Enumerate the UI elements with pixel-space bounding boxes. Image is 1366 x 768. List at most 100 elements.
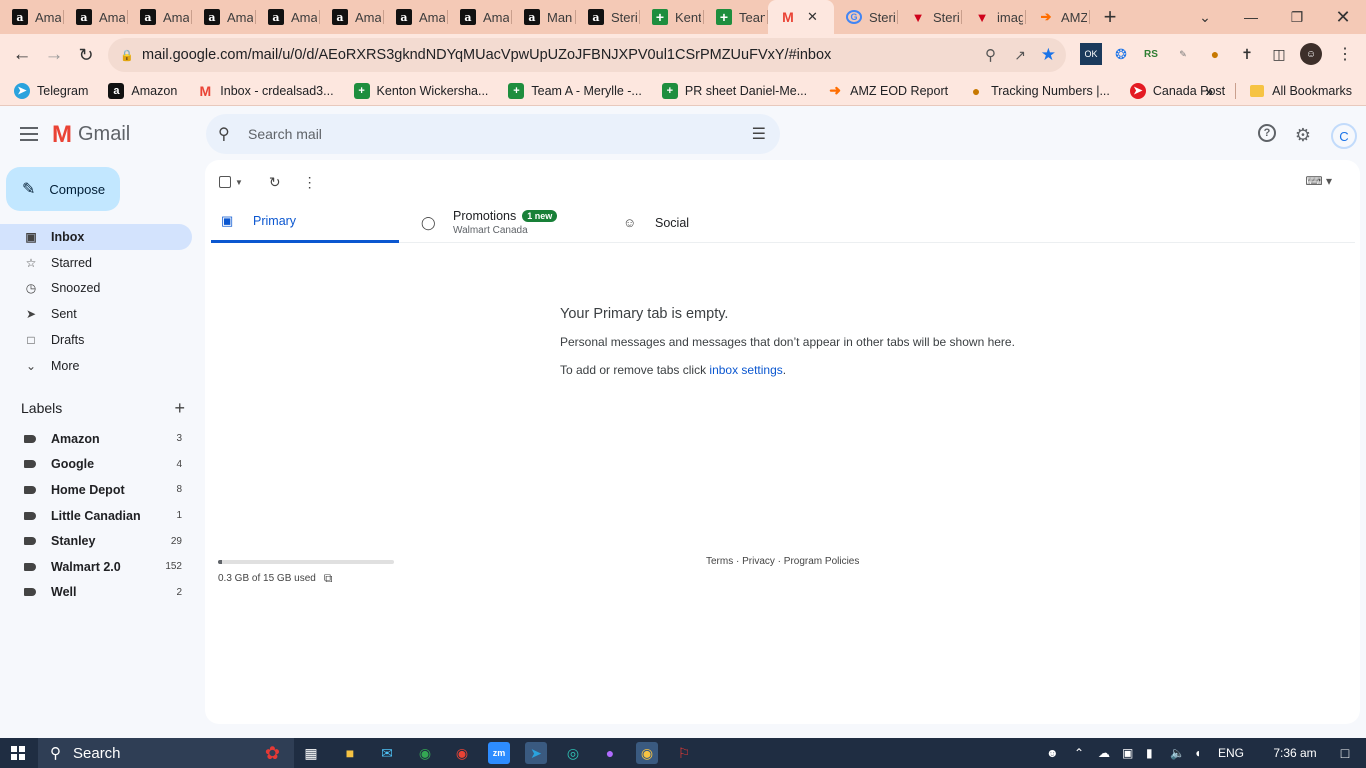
bookmark-star-icon[interactable]: ★ — [1041, 45, 1056, 65]
bookmark-inbox[interactable]: M Inbox - crdealsad3... — [197, 83, 333, 99]
new-tab-button[interactable]: + — [1090, 4, 1130, 30]
tab-social[interactable]: ☺ Social — [623, 202, 743, 243]
app-pin-icon[interactable]: ⚐ — [673, 742, 695, 764]
browser-menu-icon[interactable]: ⋮ — [1334, 43, 1356, 65]
forward-button[interactable]: → — [38, 39, 70, 71]
wifi-icon[interactable]: ◖ — [1194, 746, 1218, 760]
sidebar-item-more[interactable]: ⌄ More — [0, 353, 192, 379]
extension-rs-icon[interactable]: RS — [1140, 43, 1162, 65]
bookmark-amazon[interactable]: a Amazon — [108, 82, 177, 99]
device-icon[interactable]: ▣ — [1122, 746, 1146, 760]
browser-tab[interactable]: a Ama — [128, 0, 192, 34]
bookmark-pr-sheet[interactable]: + PR sheet Daniel-Me... — [661, 82, 807, 99]
sidebar-item-snoozed[interactable]: ◷ Snoozed — [0, 276, 192, 302]
telegram-taskbar-icon[interactable]: ➤ — [525, 742, 547, 764]
select-dropdown-icon[interactable]: ▼ — [235, 178, 243, 187]
messenger-icon[interactable]: ● — [599, 742, 621, 764]
bookmark-kenton[interactable]: + Kenton Wickersha... — [353, 82, 488, 99]
url-text[interactable]: mail.google.com/mail/u/0/d/AEoRXRS3gkndN… — [142, 47, 962, 63]
bookmark-team-a[interactable]: + Team A - Merylle -... — [508, 82, 642, 99]
restore-button[interactable]: ❐ — [1274, 0, 1320, 34]
tab-search-chevron-icon[interactable]: ⌄ — [1182, 0, 1228, 34]
bookmark-tracking[interactable]: ● Tracking Numbers |... — [968, 83, 1110, 99]
settings-gear-icon[interactable]: ⚙ — [1292, 124, 1314, 146]
browser-tab[interactable]: a Ama — [0, 0, 64, 34]
search-options-icon[interactable]: ☰ — [752, 124, 766, 144]
extension-ok-icon[interactable]: OK — [1080, 43, 1102, 65]
reload-button[interactable]: ↻ — [70, 39, 102, 71]
help-icon[interactable]: ? — [1258, 124, 1276, 142]
people-tray-icon[interactable]: ☻ — [1046, 746, 1068, 760]
side-panel-icon[interactable]: ◫ — [1268, 43, 1290, 65]
bookmark-telegram[interactable]: ➤ Telegram — [14, 82, 88, 99]
open-in-new-icon[interactable]: ⧉ — [324, 571, 333, 586]
show-hidden-icon[interactable]: ⌃ — [1074, 746, 1098, 760]
add-label-icon[interactable]: + — [174, 398, 185, 419]
footer-links[interactable]: Terms · Privacy · Program Policies — [706, 556, 859, 567]
label-item[interactable]: Well 2 — [0, 580, 192, 606]
browser-tab[interactable]: a Man — [512, 0, 576, 34]
edge-icon[interactable]: ◎ — [562, 742, 584, 764]
browser-tab[interactable]: a Ama — [320, 0, 384, 34]
cloud-icon[interactable]: ☁ — [1098, 746, 1122, 760]
extension-pot-icon[interactable]: ● — [1204, 43, 1226, 65]
file-explorer-icon[interactable]: ■ — [339, 742, 361, 764]
sidebar-item-inbox[interactable]: ▣ Inbox — [0, 224, 192, 250]
browser-tab[interactable]: ➔ AMZ — [1026, 0, 1090, 34]
search-input[interactable] — [248, 126, 728, 142]
omnibox[interactable]: 🔒 mail.google.com/mail/u/0/d/AEoRXRS3gkn… — [108, 38, 1066, 72]
browser-tab[interactable]: G Steri — [834, 0, 898, 34]
label-item[interactable]: Google 4 — [0, 452, 192, 478]
sidebar-item-starred[interactable]: ☆ Starred — [0, 250, 192, 276]
sidebar-item-sent[interactable]: ➤ Sent — [0, 301, 192, 327]
browser-tab[interactable]: a Ama — [448, 0, 512, 34]
label-item[interactable]: Amazon 3 — [0, 426, 192, 452]
more-bookmarks-icon[interactable]: » — [1205, 83, 1213, 99]
windows-start-button[interactable] — [0, 738, 36, 768]
browser-tab[interactable]: ▼ Steri — [898, 0, 962, 34]
sidebar-item-drafts[interactable]: □ Drafts — [0, 327, 192, 353]
browser-tab[interactable]: a Steri — [576, 0, 640, 34]
extension-tool-icon[interactable]: ✎ — [1172, 43, 1194, 65]
battery-icon[interactable]: ▮ — [1146, 746, 1170, 760]
refresh-icon[interactable]: ↻ — [269, 174, 281, 191]
select-all-checkbox[interactable] — [219, 176, 231, 188]
label-item[interactable]: Home Depot 8 — [0, 477, 192, 503]
inbox-settings-link[interactable]: inbox settings — [709, 363, 782, 377]
all-bookmarks[interactable]: All Bookmarks — [1272, 84, 1352, 98]
back-button[interactable]: ← — [6, 39, 38, 71]
notifications-icon[interactable]: □ — [1330, 745, 1360, 761]
input-tools-keyboard-icon[interactable]: ⌨ ▾ — [1305, 174, 1332, 188]
browser-tab[interactable]: a Ama — [64, 0, 128, 34]
browser-tab[interactable]: M ✕ — [768, 0, 834, 34]
volume-icon[interactable]: 🔈 — [1170, 746, 1194, 760]
compose-button[interactable]: ✎ Compose — [6, 167, 120, 211]
task-view-icon[interactable]: ▦ — [300, 742, 322, 764]
tab-promotions[interactable]: ◯ Promotions 1 new Walmart Canada — [421, 202, 611, 243]
browser-tab[interactable]: a Ama — [192, 0, 256, 34]
extension-globe-icon[interactable]: ❂ — [1110, 43, 1132, 65]
account-avatar[interactable]: C — [1331, 123, 1357, 149]
mail-app-icon[interactable]: ✉ — [376, 742, 398, 764]
bookmark-amz-eod[interactable]: ➜ AMZ EOD Report — [827, 82, 948, 99]
main-menu-icon[interactable] — [16, 121, 42, 147]
browser-tab[interactable]: + Tean — [704, 0, 768, 34]
zoom-search-icon[interactable]: ⚲ — [985, 46, 996, 64]
minimize-button[interactable]: — — [1228, 0, 1274, 34]
browser-tab[interactable]: a Ama — [384, 0, 448, 34]
chrome-icon[interactable]: ◉ — [414, 742, 436, 764]
taskbar-search[interactable]: ⚲ Search ✿ — [38, 738, 294, 768]
gmail-logo[interactable]: M Gmail — [52, 122, 130, 146]
clock[interactable]: 7:36 am — [1260, 746, 1330, 760]
share-icon[interactable]: ↗ — [1014, 47, 1026, 64]
more-vertical-icon[interactable]: ⋮ — [303, 174, 317, 191]
label-item[interactable]: Little Canadian 1 — [0, 503, 192, 529]
zoom-app-icon[interactable]: zm — [488, 742, 510, 764]
browser-tab[interactable]: a Ama — [256, 0, 320, 34]
search-icon[interactable]: ⚲ — [218, 124, 238, 144]
label-item[interactable]: Walmart 2.0 152 — [0, 554, 192, 580]
language-indicator[interactable]: ENG — [1218, 746, 1260, 760]
browser-tab[interactable]: + Kent — [640, 0, 704, 34]
profile-avatar-icon[interactable]: ☺ — [1300, 43, 1322, 65]
chrome-active-icon[interactable]: ◉ — [636, 742, 658, 764]
